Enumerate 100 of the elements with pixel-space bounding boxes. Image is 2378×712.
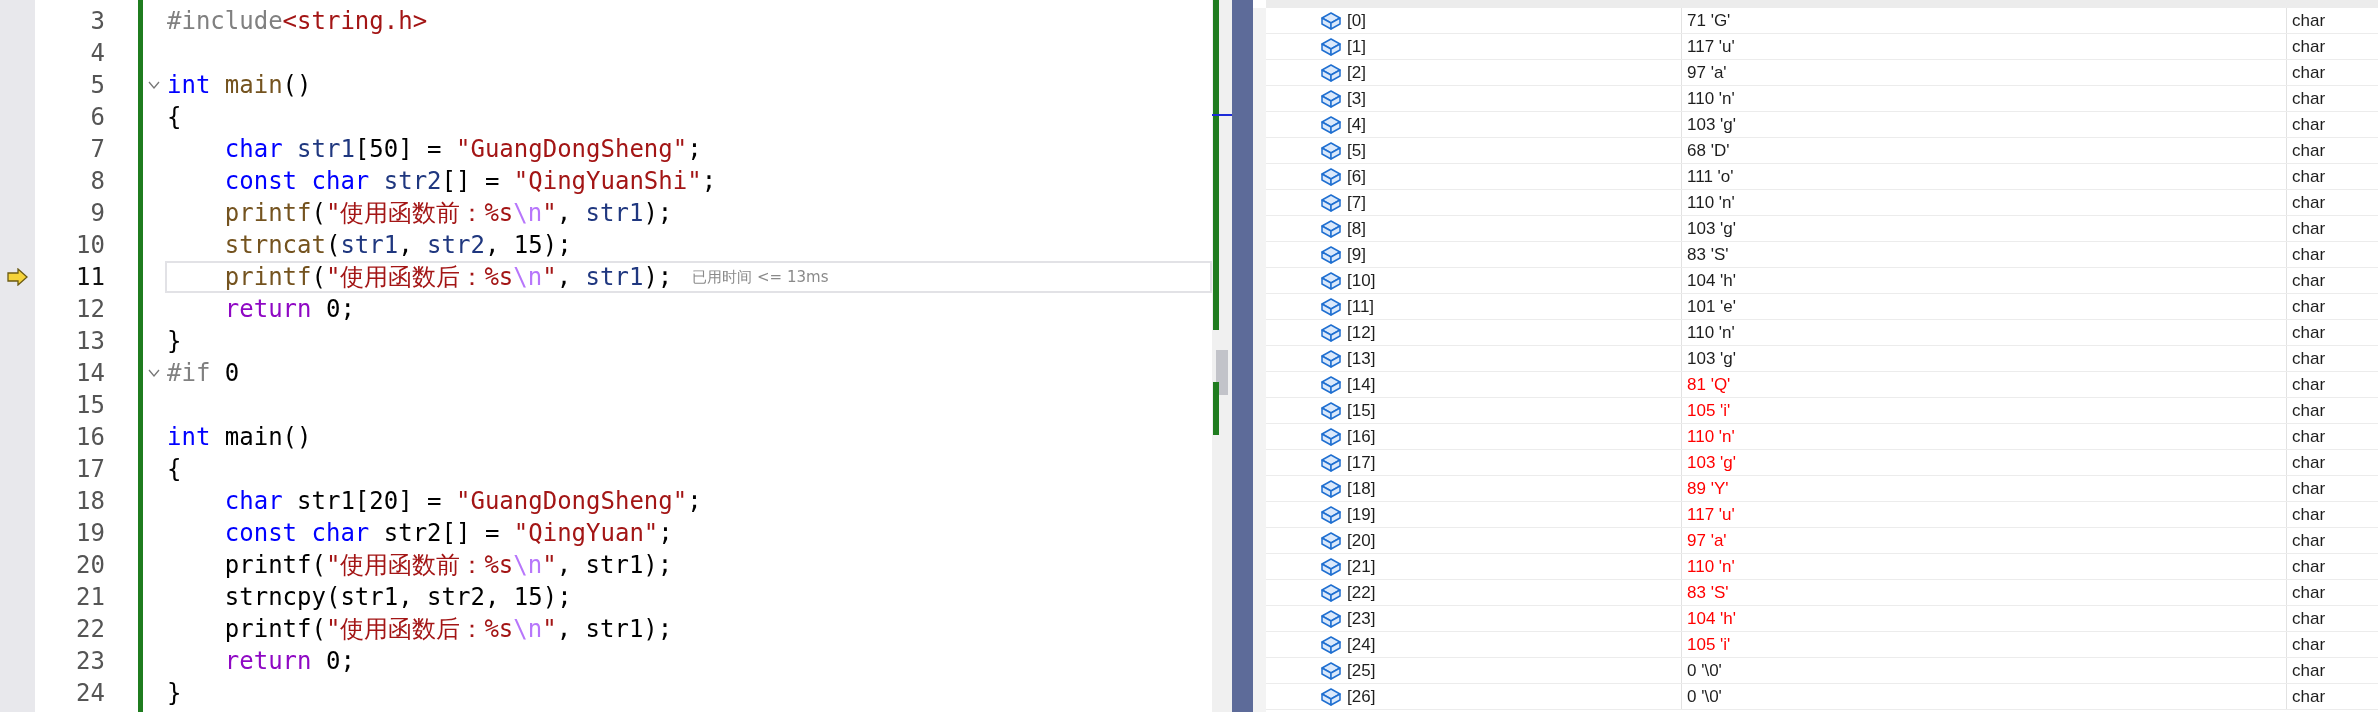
watch-value: 0 '\0' bbox=[1687, 660, 1722, 681]
code-line: char str1[50] = "GuangDongSheng"; bbox=[223, 135, 702, 163]
code-line: int main() bbox=[167, 71, 312, 99]
watch-value: 111 'o' bbox=[1687, 166, 1734, 187]
watch-value: 104 'h' bbox=[1687, 608, 1737, 629]
watch-item-name: [19] bbox=[1347, 504, 1376, 525]
watch-type: char bbox=[2292, 426, 2326, 447]
watch-value: 101 'e' bbox=[1687, 296, 1737, 317]
line-number: 6 bbox=[89, 102, 105, 133]
execution-arrow-icon bbox=[6, 268, 29, 286]
line-number: 4 bbox=[89, 38, 105, 69]
watch-item-name: [11] bbox=[1347, 296, 1375, 317]
watch-value: 0 '\0' bbox=[1687, 686, 1722, 707]
watch-value: 97 'a' bbox=[1687, 530, 1727, 551]
watch-item-name: [18] bbox=[1347, 478, 1376, 499]
watch-item-name: [16] bbox=[1347, 426, 1376, 447]
line-number: 8 bbox=[89, 166, 105, 197]
watch-item-name: [24] bbox=[1347, 634, 1376, 655]
watch-value: 117 'u' bbox=[1687, 36, 1735, 57]
scroll-marker bbox=[1213, 382, 1219, 435]
cube-icon bbox=[1320, 36, 1342, 57]
code-line: const char str2[] = "QingYuan"; bbox=[223, 519, 673, 547]
watch-type: char bbox=[2292, 166, 2326, 187]
cube-icon bbox=[1320, 10, 1342, 31]
cube-icon bbox=[1320, 114, 1342, 135]
watch-item-name: [20] bbox=[1347, 530, 1376, 551]
code-line: const char str2[] = "QingYuanShi"; bbox=[223, 167, 717, 195]
code-line: int main() bbox=[167, 423, 312, 451]
watch-item-name: [0] bbox=[1347, 10, 1366, 31]
watch-item-name: [1] bbox=[1347, 36, 1366, 57]
watch-type: char bbox=[2292, 348, 2326, 369]
code-line: { bbox=[167, 103, 182, 131]
collapse-chevron-icon[interactable] bbox=[148, 369, 160, 377]
line-number: 21 bbox=[75, 582, 105, 613]
code-line: } bbox=[167, 327, 182, 355]
watch-item-name: [7] bbox=[1347, 192, 1366, 213]
code-line: printf("使用函数前：%s\n", str1); bbox=[223, 551, 673, 579]
watch-value: 117 'u' bbox=[1687, 504, 1735, 525]
watch-item-name: [25] bbox=[1347, 660, 1376, 681]
cube-icon bbox=[1320, 244, 1342, 265]
cube-icon bbox=[1320, 504, 1342, 525]
cube-icon bbox=[1320, 322, 1342, 343]
watch-type: char bbox=[2292, 400, 2326, 421]
watch-type: char bbox=[2292, 140, 2326, 161]
watch-type: char bbox=[2292, 660, 2326, 681]
watch-item-name: [10] bbox=[1347, 270, 1376, 291]
cube-icon bbox=[1320, 140, 1342, 161]
watch-value: 103 'g' bbox=[1687, 218, 1737, 239]
watch-type: char bbox=[2292, 556, 2326, 577]
cube-icon bbox=[1320, 452, 1342, 473]
cube-icon bbox=[1320, 608, 1342, 629]
watch-type: char bbox=[2292, 634, 2326, 655]
line-number: 14 bbox=[75, 358, 105, 389]
watch-type: char bbox=[2292, 270, 2326, 291]
line-number: 5 bbox=[89, 70, 105, 101]
code-line: { bbox=[167, 455, 182, 483]
watch-value: 68 'D' bbox=[1687, 140, 1730, 161]
watch-type: char bbox=[2292, 608, 2326, 629]
watch-type: char bbox=[2292, 88, 2326, 109]
watch-item-name: [21] bbox=[1347, 556, 1376, 577]
watch-item-name: [23] bbox=[1347, 608, 1376, 629]
line-number: 18 bbox=[75, 486, 105, 517]
watch-type: char bbox=[2292, 114, 2326, 135]
code-line: printf("使用函数前：%s\n", str1); bbox=[223, 199, 673, 227]
line-number: 24 bbox=[75, 678, 105, 709]
cube-icon bbox=[1320, 426, 1342, 447]
line-number: 19 bbox=[75, 518, 105, 549]
code-line: #include<string.h> bbox=[167, 7, 428, 35]
watch-type: char bbox=[2292, 452, 2326, 473]
code-line: printf("使用函数后：%s\n", str1); bbox=[223, 263, 673, 291]
code-line: return 0; bbox=[223, 647, 355, 675]
watch-item-name: [15] bbox=[1347, 400, 1376, 421]
cube-icon bbox=[1320, 686, 1342, 707]
watch-item-name: [3] bbox=[1347, 88, 1366, 109]
code-line: return 0; bbox=[223, 295, 355, 323]
cube-icon bbox=[1320, 374, 1342, 395]
code-line: strncpy(str1, str2, 15); bbox=[223, 583, 572, 611]
cube-icon bbox=[1320, 660, 1342, 681]
cube-icon bbox=[1320, 270, 1342, 291]
watch-item-name: [8] bbox=[1347, 218, 1366, 239]
watch-item-name: [26] bbox=[1347, 686, 1376, 707]
watch-value: 110 'n' bbox=[1687, 192, 1735, 213]
watch-value: 97 'a' bbox=[1687, 62, 1727, 83]
line-number: 7 bbox=[89, 134, 105, 165]
vertical-scrollbar[interactable] bbox=[1212, 0, 1232, 712]
watch-item-name: [6] bbox=[1347, 166, 1366, 187]
watch-item-name: [22] bbox=[1347, 582, 1376, 603]
watch-value: 83 'S' bbox=[1687, 244, 1729, 265]
watch-value: 83 'S' bbox=[1687, 582, 1729, 603]
collapse-chevron-icon[interactable] bbox=[148, 81, 160, 89]
watch-value: 110 'n' bbox=[1687, 556, 1735, 577]
watch-item-name: [17] bbox=[1347, 452, 1376, 473]
watch-value: 81 'Q' bbox=[1687, 374, 1731, 395]
watch-type: char bbox=[2292, 192, 2326, 213]
watch-type: char bbox=[2292, 478, 2326, 499]
line-number: 11 bbox=[75, 262, 105, 293]
watch-value: 103 'g' bbox=[1687, 348, 1737, 369]
code-line: char str1[20] = "GuangDongSheng"; bbox=[223, 487, 702, 515]
scroll-thumb[interactable] bbox=[1216, 350, 1228, 395]
watch-value: 104 'h' bbox=[1687, 270, 1737, 291]
